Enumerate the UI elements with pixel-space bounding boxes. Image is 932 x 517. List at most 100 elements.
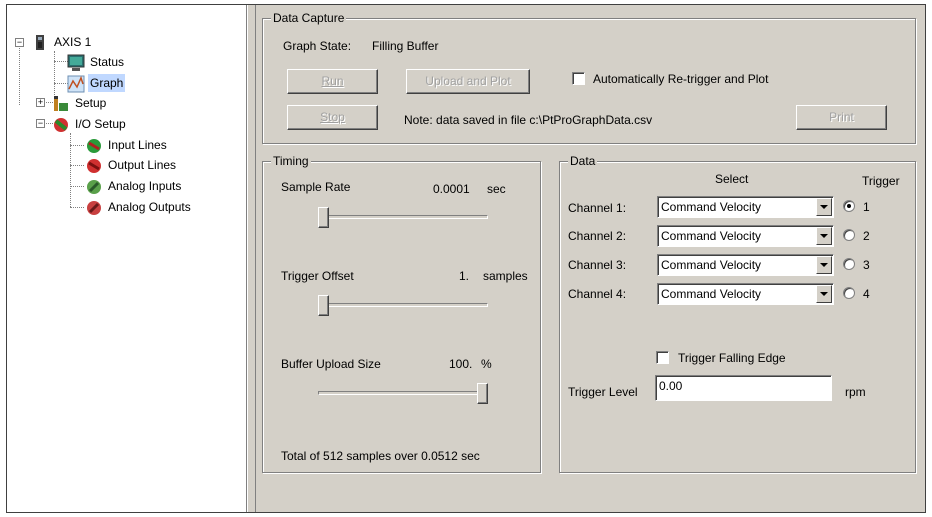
trigger-radio-2-label: 2 xyxy=(863,229,870,243)
tree-item-label: Setup xyxy=(75,96,107,110)
analog-inputs-icon xyxy=(85,178,103,194)
tree-item-label: I/O Setup xyxy=(75,117,126,131)
trigger-offset-slider-thumb[interactable] xyxy=(318,295,329,316)
trigger-level-label: Trigger Level xyxy=(568,385,638,399)
channel-3-select[interactable]: Command Velocity xyxy=(657,254,834,276)
dropdown-arrow-icon[interactable] xyxy=(816,285,832,303)
tree-line xyxy=(70,165,84,166)
stop-button-label: Stop xyxy=(320,110,345,124)
group-title: Timing xyxy=(271,154,311,168)
trigger-radio-2[interactable] xyxy=(843,229,855,241)
trigger-radio-1-label: 1 xyxy=(863,200,870,214)
tree-item-label: Output Lines xyxy=(108,158,177,172)
trigger-radio-4-label: 4 xyxy=(863,287,870,301)
collapse-io-toggle[interactable]: − xyxy=(36,119,45,128)
trigger-falling-edge-checkbox[interactable] xyxy=(656,351,669,364)
total-samples-text: Total of 512 samples over 0.0512 sec xyxy=(281,449,480,463)
trigger-offset-unit: samples xyxy=(483,269,528,283)
tree-line xyxy=(54,51,55,95)
input-lines-icon xyxy=(85,137,103,153)
trigger-radio-3-label: 3 xyxy=(863,258,870,272)
tree-line xyxy=(54,61,68,62)
auto-retrigger-checkbox[interactable] xyxy=(572,72,585,85)
tree-item-output-lines[interactable]: Output Lines xyxy=(85,156,178,174)
setup-icon xyxy=(52,95,70,111)
group-title: Data xyxy=(568,154,598,168)
graph-panel: Data Capture Graph State: Filling Buffer… xyxy=(257,5,925,512)
tree-line xyxy=(70,186,84,187)
channel-3-selected-value: Command Velocity xyxy=(661,258,762,272)
run-button[interactable]: Run xyxy=(287,69,378,94)
tree-item-io-setup[interactable]: I/O Setup xyxy=(52,115,128,133)
select-column-header: Select xyxy=(715,172,749,186)
trigger-level-value: 0.00 xyxy=(659,379,683,393)
run-button-label: Run xyxy=(321,74,344,88)
tree-item-setup[interactable]: Setup xyxy=(52,94,108,112)
buffer-upload-label: Buffer Upload Size xyxy=(281,357,381,371)
sample-rate-unit: sec xyxy=(487,182,506,196)
graph-state-value: Filling Buffer xyxy=(372,39,439,53)
upload-button-label: Upload and Plot xyxy=(425,74,511,88)
tree-item-axis[interactable]: AXIS 1 xyxy=(31,33,93,51)
channel-2-selected-value: Command Velocity xyxy=(661,229,762,243)
buffer-upload-slider-track[interactable] xyxy=(318,391,488,395)
tree-item-input-lines[interactable]: Input Lines xyxy=(85,136,169,154)
print-button-label: Print xyxy=(829,110,854,124)
application-window: − AXIS 1 Status Graph + Setup − I/O Setu… xyxy=(6,4,926,513)
trigger-radio-1[interactable] xyxy=(843,200,855,212)
output-lines-icon xyxy=(85,157,103,173)
tree-item-label: Input Lines xyxy=(108,138,167,152)
io-icon xyxy=(52,116,70,132)
save-file-note: Note: data saved in file c:\PtProGraphDa… xyxy=(404,113,653,127)
trigger-column-header: Trigger xyxy=(862,174,900,188)
navigation-tree: − AXIS 1 Status Graph + Setup − I/O Setu… xyxy=(7,5,247,512)
tree-line xyxy=(19,45,20,105)
tree-item-status[interactable]: Status xyxy=(67,53,126,71)
dropdown-arrow-icon[interactable] xyxy=(816,256,832,274)
sample-rate-slider-thumb[interactable] xyxy=(318,207,329,228)
dropdown-arrow-icon[interactable] xyxy=(816,198,832,216)
tree-item-label: Analog Inputs xyxy=(108,179,182,193)
analog-outputs-icon xyxy=(85,199,103,215)
channel-4-selected-value: Command Velocity xyxy=(661,287,762,301)
tree-item-label: AXIS 1 xyxy=(54,35,92,49)
collapse-root-toggle[interactable]: − xyxy=(15,38,24,47)
trigger-radio-3[interactable] xyxy=(843,258,855,270)
expand-setup-toggle[interactable]: + xyxy=(36,98,45,107)
buffer-upload-value: 100. xyxy=(449,357,473,371)
channel-1-select[interactable]: Command Velocity xyxy=(657,196,834,218)
monitor-icon xyxy=(67,54,85,71)
drive-icon xyxy=(31,34,49,50)
tree-item-analog-outputs[interactable]: Analog Outputs xyxy=(85,198,193,216)
dropdown-arrow-icon[interactable] xyxy=(816,227,832,245)
stop-button[interactable]: Stop xyxy=(287,105,378,130)
channel-4-select[interactable]: Command Velocity xyxy=(657,283,834,305)
buffer-upload-slider-thumb[interactable] xyxy=(477,383,488,404)
tree-item-label: Status xyxy=(90,55,125,69)
trigger-radio-4[interactable] xyxy=(843,287,855,299)
channel-3-label: Channel 3: xyxy=(568,258,627,272)
tree-line xyxy=(54,83,68,84)
trigger-level-input[interactable]: 0.00 xyxy=(655,375,832,401)
group-title: Data Capture xyxy=(271,11,347,25)
auto-retrigger-label[interactable]: Automatically Re-trigger and Plot xyxy=(593,72,768,86)
channel-2-select[interactable]: Command Velocity xyxy=(657,225,834,247)
tree-item-graph[interactable]: Graph xyxy=(67,74,126,93)
panel-splitter[interactable] xyxy=(247,5,256,512)
sample-rate-slider-track[interactable] xyxy=(318,215,488,219)
trigger-offset-label: Trigger Offset xyxy=(281,269,354,283)
sample-rate-label: Sample Rate xyxy=(281,180,351,194)
upload-and-plot-button[interactable]: Upload and Plot xyxy=(406,69,530,94)
trigger-offset-slider-track[interactable] xyxy=(318,303,488,307)
trigger-falling-edge-label[interactable]: Trigger Falling Edge xyxy=(678,351,786,365)
print-button[interactable]: Print xyxy=(796,105,887,130)
tree-item-label: Analog Outputs xyxy=(108,200,191,214)
data-channels-group: Data Select Trigger Channel 1: Command V… xyxy=(559,154,916,473)
tree-item-analog-inputs[interactable]: Analog Inputs xyxy=(85,177,183,195)
timing-group: Timing Sample Rate 0.0001 sec Trigger Of… xyxy=(262,154,541,473)
tree-line xyxy=(70,207,84,208)
data-capture-group: Data Capture Graph State: Filling Buffer… xyxy=(262,11,916,144)
trigger-offset-value: 1. xyxy=(459,269,470,283)
graph-icon xyxy=(67,75,85,93)
channel-4-label: Channel 4: xyxy=(568,287,627,301)
